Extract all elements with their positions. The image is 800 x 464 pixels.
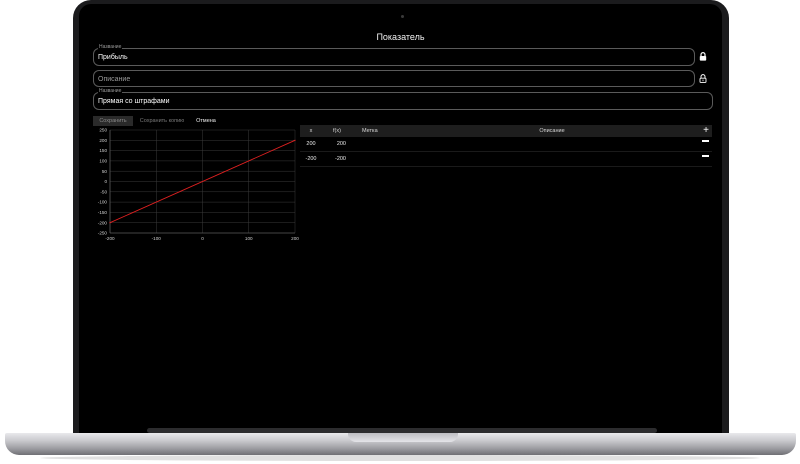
unlock-icon[interactable] [699,74,707,83]
cell-fx[interactable]: 200 [322,141,352,147]
y-tick-label: 100 [99,159,107,164]
y-tick-label: -150 [98,210,108,215]
table-header: x f(x) Метка Описание + [300,125,712,137]
description-placeholder[interactable]: Описание [98,76,130,83]
header-fx: f(x) [333,128,341,134]
x-tick-label: 100 [245,236,253,241]
y-tick-label: 200 [99,138,107,143]
y-tick-label: -50 [100,189,107,194]
x-tick-label: -200 [105,236,115,241]
x-tick-label: 0 [201,236,204,241]
laptop-notch [348,433,458,442]
x-tick-label: 200 [291,236,299,241]
lock-icon[interactable] [699,52,707,61]
name-field-label: Название [98,44,123,50]
points-table: x f(x) Метка Описание + 200 200 -200 -20… [300,125,712,167]
minus-icon[interactable] [702,140,709,142]
curve-name-value[interactable]: Прямая со штрафами [98,98,169,105]
curve-name-label: Название [98,88,123,94]
save-button[interactable]: Сохранить [93,116,133,126]
y-tick-label: -100 [98,200,108,205]
y-tick-label: 0 [104,179,107,184]
data-point [294,139,296,141]
plus-icon[interactable]: + [703,126,709,136]
description-field[interactable]: Описание [93,70,695,87]
header-x: x [309,128,313,134]
y-tick-label: -250 [98,231,108,236]
header-description: Описание [539,128,565,134]
name-field[interactable]: Название Прибыль [93,44,695,66]
header-label: Метка [362,128,378,134]
name-field-value[interactable]: Прибыль [98,54,128,61]
cell-x[interactable]: -200 [300,156,322,162]
function-chart: 250200150100500-50-100-150-200-250-200 -1… [98,128,299,241]
y-tick-label: -200 [98,220,108,225]
cancel-button[interactable]: Отмена [191,116,221,126]
curve-name-field[interactable]: Название Прямая со штрафами [93,88,713,110]
data-point [109,222,111,224]
app-screen: Показатель Название Прибыль Описание Наз… [79,4,722,428]
action-bar: Сохранить Сохранить копию Отмена [93,116,221,126]
table-row: -200 -200 [300,152,712,167]
table-row: 200 200 [300,137,712,152]
y-tick-label: 150 [99,148,107,153]
y-tick-label: 50 [102,169,108,174]
cell-x[interactable]: 200 [300,141,322,147]
cell-fx[interactable]: -200 [322,156,352,162]
laptop-shadow [40,455,760,461]
x-tick-label: -100 [152,236,162,241]
minus-icon[interactable] [702,155,709,157]
page-title: Показатель [376,32,425,42]
save-copy-button[interactable]: Сохранить копию [133,116,191,126]
y-tick-label: 250 [99,128,107,133]
